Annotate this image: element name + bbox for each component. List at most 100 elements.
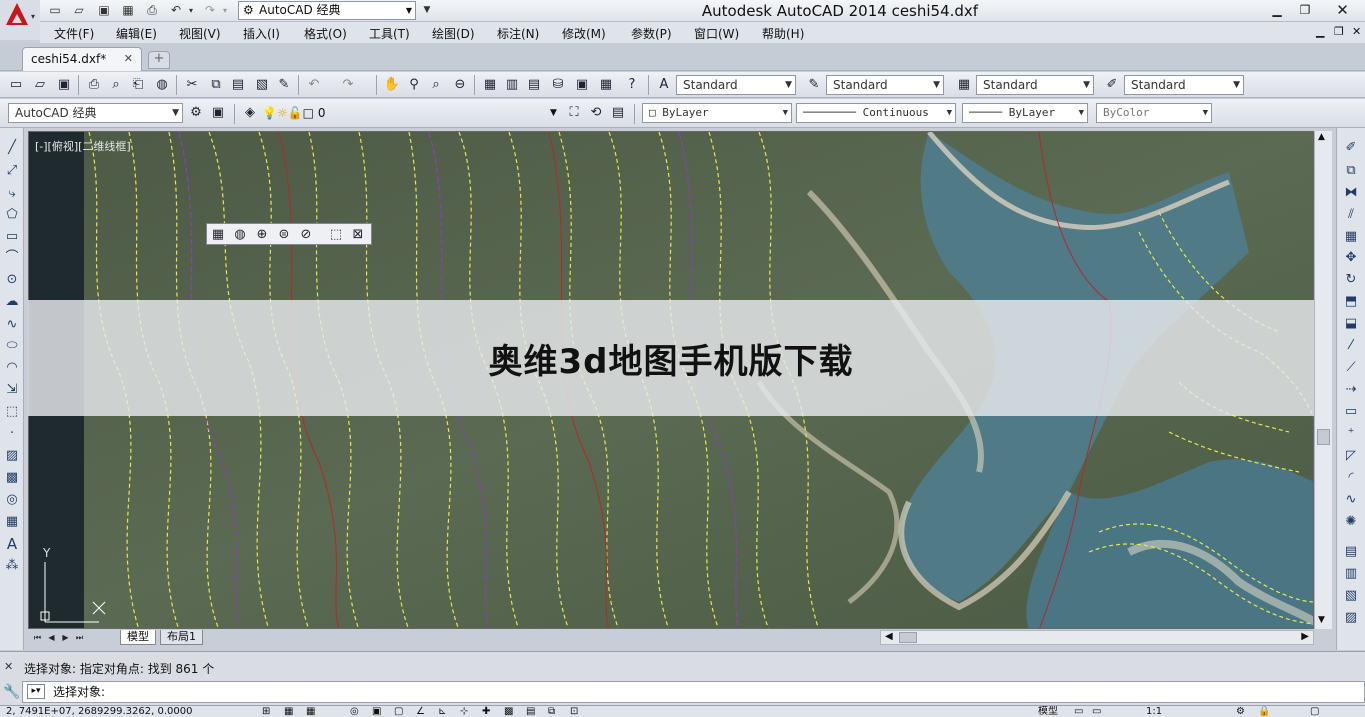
menu-modify[interactable]: 修改(M) — [562, 25, 606, 42]
undo-icon[interactable]: ↶ — [304, 76, 324, 94]
command-input[interactable]: ▸▾ 选择对象: — [22, 681, 1365, 703]
trim-icon[interactable]: ⁄ — [1341, 336, 1361, 356]
workspace-save-icon[interactable]: ▣ — [208, 104, 228, 122]
clean-screen-icon[interactable]: ▢ — [1310, 706, 1319, 717]
break-icon[interactable]: ▭ — [1341, 402, 1361, 422]
osnap-icon[interactable]: ▣ — [372, 706, 381, 717]
rotate-icon[interactable]: ↻ — [1341, 270, 1361, 290]
plot-icon[interactable]: ⎙ — [84, 76, 104, 94]
multiline-text-icon[interactable]: A — [2, 534, 22, 554]
polygon-icon[interactable]: ⬠ — [2, 205, 22, 225]
open-icon[interactable]: ▱ — [70, 2, 88, 19]
snap-mode-icon[interactable]: ⊞ — [262, 706, 270, 717]
doc-close-icon[interactable]: ✕ — [1352, 25, 1361, 38]
new-icon[interactable]: ▭ — [6, 76, 26, 94]
new-icon[interactable]: ▭ — [46, 2, 64, 19]
properties-icon[interactable]: ▦ — [480, 76, 500, 94]
color-dropdown[interactable]: □ ByLayer ▼ — [642, 103, 792, 123]
undo-icon[interactable]: ↶ — [167, 2, 185, 19]
text-front-icon[interactable]: ▨ — [1341, 608, 1361, 628]
rectangle-icon[interactable]: ▭ — [2, 227, 22, 247]
vertical-scrollbar[interactable]: ▲ ▼ — [1314, 131, 1332, 629]
tab-model[interactable]: 模型 — [120, 630, 156, 645]
scale-icon[interactable]: ⬒ — [1341, 292, 1361, 312]
ducs-icon[interactable]: ⊾ — [438, 706, 446, 717]
make-current-layer-icon[interactable]: ⛶ — [564, 104, 584, 122]
hatch-icon[interactable]: ▨ — [2, 446, 22, 466]
redo-icon[interactable]: ↷ — [201, 2, 219, 19]
doc-restore-icon[interactable]: ❐ — [1334, 25, 1344, 38]
join-icon[interactable]: ⁺ — [1341, 424, 1361, 444]
menu-view[interactable]: 视图(V) — [179, 25, 221, 42]
lock-icon[interactable]: 🔒 — [1258, 706, 1270, 717]
selection-cycling-icon[interactable]: ⧉ — [548, 706, 555, 717]
close-icon[interactable]: ✕ — [4, 660, 13, 673]
polyline-icon[interactable]: ⤷ — [2, 184, 22, 204]
next-layout-icon[interactable]: ▶ — [60, 631, 71, 644]
polar-icon[interactable]: ◎ — [350, 706, 359, 717]
layer-previous-icon[interactable]: ⟲ — [586, 104, 606, 122]
globe-add-icon[interactable]: ⊕ — [253, 226, 271, 243]
array-icon[interactable]: ▦ — [1341, 227, 1361, 247]
quick-properties-icon[interactable]: ▤ — [526, 706, 535, 717]
tab-layout1[interactable]: 布局1 — [160, 630, 203, 645]
transparency-icon[interactable]: ▩ — [504, 706, 513, 717]
minimize-icon[interactable]: ▁ — [1262, 0, 1292, 20]
maximize-icon[interactable]: ❐ — [1290, 0, 1320, 20]
move-icon[interactable]: ✥ — [1341, 248, 1361, 268]
dyn-icon[interactable]: ⊹ — [460, 706, 468, 717]
scroll-up-icon[interactable]: ▲ — [1318, 132, 1325, 142]
prev-layout-icon[interactable]: ◀ — [46, 631, 57, 644]
menu-edit[interactable]: 编辑(E) — [116, 25, 157, 42]
save-icon[interactable]: ▣ — [95, 2, 113, 19]
redo-icon[interactable]: ↷ — [338, 76, 358, 94]
explode-icon[interactable]: ✺ — [1341, 512, 1361, 532]
table-style-icon[interactable]: ▦ — [954, 76, 974, 94]
3d-print-icon[interactable]: ◍ — [152, 76, 172, 94]
new-tab-button[interactable]: + — [148, 51, 170, 69]
add-selected-icon[interactable]: ⁂ — [2, 556, 22, 576]
globe-edit-icon[interactable]: ⊜ — [275, 226, 293, 243]
dim-style-icon[interactable]: ✎ — [804, 76, 824, 94]
preview-icon[interactable]: ⌕ — [106, 76, 126, 94]
menu-file[interactable]: 文件(F) — [54, 25, 94, 42]
draw-order-icon[interactable]: ▤ — [1341, 542, 1361, 562]
workspace-settings-icon[interactable]: ⚙ — [186, 104, 206, 122]
insert-block-icon[interactable]: ⇲ — [2, 380, 22, 400]
line-icon[interactable]: ╱ — [2, 138, 22, 158]
table-icon[interactable]: ▦ — [2, 512, 22, 532]
arc-icon[interactable]: ⌒ — [2, 248, 22, 268]
bring-front-icon[interactable]: ▥ — [1341, 564, 1361, 584]
horizontal-scrollbar[interactable]: ◀ ▶ — [880, 630, 1314, 645]
offset-icon[interactable]: ⫽ — [1341, 205, 1361, 225]
last-layout-icon[interactable]: ⏭ — [74, 631, 85, 644]
horizontal-scroll-thumb[interactable] — [899, 632, 917, 643]
mleader-style-icon[interactable]: ✐ — [1102, 76, 1122, 94]
scroll-down-icon[interactable]: ▼ — [1318, 615, 1325, 625]
text-style-icon[interactable]: A — [654, 76, 674, 94]
doc-minimize-icon[interactable]: ▁ — [1316, 25, 1324, 38]
zoom-window-icon[interactable]: ⌕ — [426, 76, 446, 94]
extend-icon[interactable]: ⟋ — [1341, 358, 1361, 378]
table-style-dropdown[interactable]: Standard ▼ — [976, 75, 1094, 95]
blend-curves-icon[interactable]: ∿ — [1341, 490, 1361, 510]
saveas-icon[interactable]: ▦ — [119, 2, 137, 19]
menu-parametric[interactable]: 参数(P) — [631, 25, 672, 42]
annotation-scale[interactable]: 1:1 — [1146, 706, 1162, 717]
construction-line-icon[interactable]: ⤢ — [2, 161, 22, 181]
block-editor-icon[interactable]: ✎ — [274, 76, 294, 94]
plot-icon[interactable]: ⎙ — [143, 2, 161, 19]
coordinates-readout[interactable]: 2, 7491E+07, 2689299.3262, 0.0000 — [6, 706, 192, 717]
model-space-toggle[interactable]: 模型 — [1038, 706, 1058, 717]
globe-icon[interactable]: ◍ — [231, 226, 249, 243]
break-at-point-icon[interactable]: ⇢ — [1341, 380, 1361, 400]
fillet-icon[interactable]: ◜ — [1341, 468, 1361, 488]
plotstyle-dropdown[interactable]: ByColor ▼ — [1096, 103, 1212, 123]
grid-icon[interactable]: ▦ — [284, 706, 293, 717]
box-delete-icon[interactable]: ⊠ — [349, 226, 367, 243]
match-properties-icon[interactable]: ▧ — [252, 76, 272, 94]
chamfer-icon[interactable]: ◸ — [1341, 446, 1361, 466]
paste-icon[interactable]: ▤ — [228, 76, 248, 94]
application-menu-button[interactable]: ▾ — [0, 0, 40, 40]
zoom-realtime-icon[interactable]: ⚲ — [404, 76, 424, 94]
